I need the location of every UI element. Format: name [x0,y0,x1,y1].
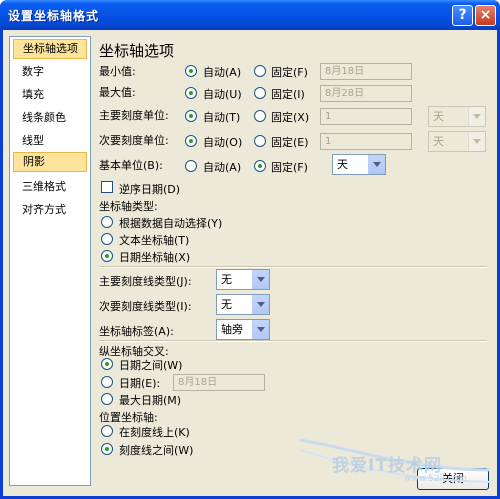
minor-unit-select-value: 天 [433,135,444,148]
base-unit-select[interactable]: 天 [332,154,386,175]
max-auto-label: 自动(U) [203,88,242,101]
major-unit-select-value: 天 [433,110,444,123]
minor-fixed-label: 固定(E) [271,136,309,149]
minor-tick-select-value: 无 [221,298,232,311]
title-bar[interactable]: 设置坐标轴格式 ? × [0,0,500,30]
chevron-down-icon [252,295,269,314]
chevron-down-icon [468,107,485,126]
chevron-down-icon [468,132,485,151]
minor-unit-label: 次要刻度单位: [99,134,169,147]
minor-auto-radio[interactable] [185,135,197,147]
minor-auto-label: 自动(O) [203,136,243,149]
base-auto-radio[interactable] [185,160,197,172]
position-between-label: 刻度线之间(W) [119,444,194,457]
nav-item-line-color[interactable]: 线条颜色 [13,108,87,128]
tick-label-select-value: 轴旁 [221,323,243,336]
minor-unit-select[interactable]: 天 [428,131,486,152]
dialog-body: 坐标轴选项 数字 填充 线条颜色 线型 阴影 三维格式 对齐方式 坐标轴选项 最… [3,30,497,496]
cross-date-field[interactable]: 8月18日 [173,374,265,391]
major-unit-label: 主要刻度单位: [99,109,169,122]
axis-type-text-radio[interactable] [101,233,113,245]
minor-value-field[interactable]: 1 [320,133,412,150]
watermark-text: 我爱IT技术网 [332,456,442,476]
cross-date-label: 日期(E): [119,377,161,390]
min-fixed-radio[interactable] [254,65,266,77]
major-tick-label: 主要刻度线类型(J): [99,275,192,288]
max-fixed-label: 固定(I) [271,88,305,101]
max-value-field[interactable]: 8月28日 [320,85,412,102]
position-on-label: 在刻度线上(K) [119,426,190,439]
cross-date-radio[interactable] [101,376,113,388]
base-unit-label: 基本单位(B): [99,159,163,172]
major-tick-select[interactable]: 无 [216,269,270,290]
position-label: 位置坐标轴: [99,411,158,424]
min-auto-label: 自动(A) [203,66,242,79]
nav-item-3d-format[interactable]: 三维格式 [13,177,87,197]
divider [99,266,487,268]
base-unit-select-value: 天 [337,158,348,171]
axis-type-label: 坐标轴类型: [99,200,158,213]
dialog-window: 设置坐标轴格式 ? × 坐标轴选项 数字 填充 线条颜色 线型 阴影 三维格式 … [0,0,500,499]
major-fixed-radio[interactable] [254,110,266,122]
base-auto-label: 自动(A) [203,161,242,174]
close-icon[interactable]: × [475,5,496,26]
major-tick-select-value: 无 [221,273,232,286]
major-auto-label: 自动(T) [203,111,241,124]
nav-item-shadow[interactable]: 阴影 [13,152,87,172]
minor-tick-label: 次要刻度线类型(I): [99,300,192,313]
cross-max-label: 最大日期(M) [119,394,182,407]
tick-label-label: 坐标轴标签(A): [99,325,174,338]
position-between-radio[interactable] [101,443,113,455]
min-label: 最小值: [99,65,136,78]
axis-type-text-label: 文本坐标轴(T) [119,234,190,247]
min-value-field[interactable]: 8月18日 [320,63,412,80]
category-list: 坐标轴选项 数字 填充 线条颜色 线型 阴影 三维格式 对齐方式 [9,36,91,486]
nav-item-alignment[interactable]: 对齐方式 [13,200,87,220]
chevron-down-icon [252,320,269,339]
section-heading: 坐标轴选项 [99,42,175,60]
nav-item-number[interactable]: 数字 [13,62,87,82]
tick-label-select[interactable]: 轴旁 [216,319,270,340]
base-fixed-label: 固定(F) [271,161,308,174]
axis-type-auto-radio[interactable] [101,216,113,228]
major-unit-select[interactable]: 天 [428,106,486,127]
dialog-title: 设置坐标轴格式 [8,9,100,23]
divider [99,340,487,342]
watermark-url: www.52ij.com [404,474,467,484]
options-panel: 坐标轴选项 最小值: 自动(A) 固定(F) 8月18日 最大值: 自动(U) … [95,36,491,468]
major-auto-radio[interactable] [185,110,197,122]
max-auto-radio[interactable] [185,87,197,99]
axis-type-auto-label: 根据数据自动选择(Y) [119,217,223,230]
cross-between-label: 日期之间(W) [119,359,183,372]
base-fixed-radio[interactable] [254,160,266,172]
min-fixed-label: 固定(F) [271,66,308,79]
cross-between-radio[interactable] [101,358,113,370]
chevron-down-icon [368,155,385,174]
minor-fixed-radio[interactable] [254,135,266,147]
axis-type-date-label: 日期坐标轴(X) [119,251,191,264]
max-fixed-radio[interactable] [254,87,266,99]
max-label: 最大值: [99,86,136,99]
cross-max-radio[interactable] [101,393,113,405]
minor-tick-select[interactable]: 无 [216,294,270,315]
nav-item-axis-options[interactable]: 坐标轴选项 [13,39,87,59]
nav-item-line-style[interactable]: 线型 [13,131,87,151]
chevron-down-icon [252,270,269,289]
reverse-dates-label: 逆序日期(D) [119,183,181,196]
help-button[interactable]: ? [452,5,473,26]
min-auto-radio[interactable] [185,65,197,77]
axis-type-date-radio[interactable] [101,250,113,262]
nav-item-fill[interactable]: 填充 [13,85,87,105]
major-fixed-label: 固定(X) [271,111,310,124]
reverse-dates-checkbox[interactable] [101,181,113,193]
major-value-field[interactable]: 1 [320,108,412,125]
position-on-radio[interactable] [101,425,113,437]
